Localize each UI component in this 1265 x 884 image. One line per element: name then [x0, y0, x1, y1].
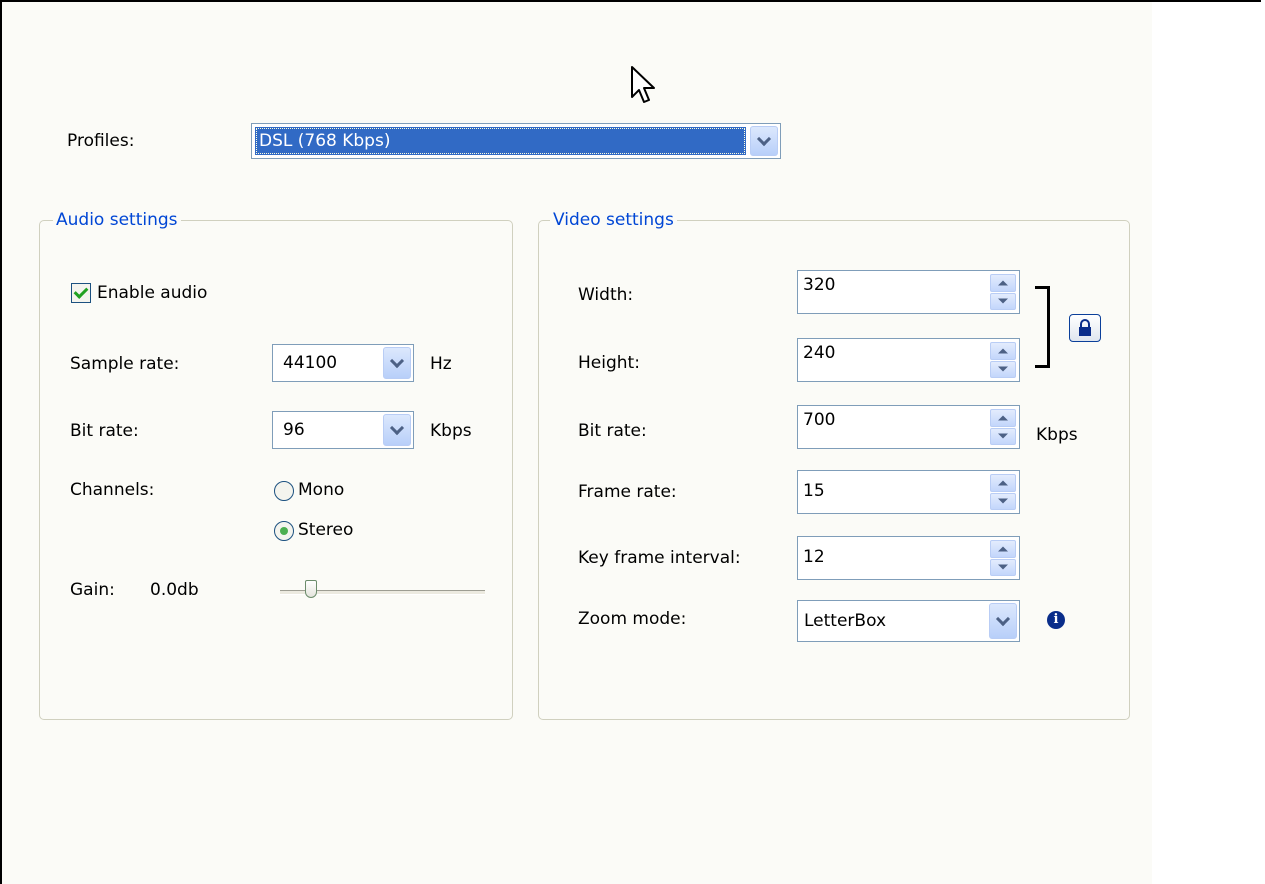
sample-rate-unit: Hz — [430, 354, 452, 374]
frame-rate-label: Frame rate: — [578, 482, 677, 502]
frame-rate-spinbox[interactable]: 15 — [797, 470, 1020, 514]
zoom-mode-select[interactable]: LetterBox — [797, 600, 1020, 642]
video-bit-rate-value: 700 — [803, 410, 836, 430]
enable-audio-label: Enable audio — [97, 283, 208, 303]
gain-label: Gain: — [70, 580, 115, 600]
key-frame-interval-label: Key frame interval: — [578, 548, 741, 568]
lock-icon — [1079, 319, 1091, 336]
gain-slider-thumb[interactable] — [305, 580, 317, 598]
audio-settings-title: Audio settings — [53, 210, 181, 230]
width-value: 320 — [803, 275, 836, 295]
key-frame-interval-spinbox[interactable]: 12 — [797, 536, 1020, 580]
aspect-lock-button[interactable] — [1069, 314, 1101, 342]
width-up-button[interactable] — [990, 274, 1016, 292]
profiles-label: Profiles: — [67, 131, 135, 151]
stereo-label: Stereo — [298, 520, 354, 540]
audio-bit-rate-select[interactable]: 96 — [272, 411, 414, 449]
frame-rate-value: 15 — [803, 481, 825, 501]
audio-bit-rate-value: 96 — [283, 420, 305, 440]
width-down-button[interactable] — [990, 292, 1016, 310]
width-label: Width: — [578, 285, 634, 305]
zoom-mode-dropdown-button[interactable] — [989, 603, 1017, 639]
zoom-mode-label: Zoom mode: — [578, 609, 687, 629]
width-spinbox[interactable]: 320 — [797, 270, 1020, 314]
video-settings-title: Video settings — [550, 210, 677, 230]
profiles-selected-value: DSL (768 Kbps) — [255, 127, 746, 155]
chevron-down-icon — [389, 353, 405, 369]
sample-rate-value: 44100 — [283, 353, 338, 373]
profiles-select[interactable]: DSL (768 Kbps) — [251, 123, 781, 159]
audio-bit-rate-label: Bit rate: — [70, 421, 139, 441]
chevron-down-icon — [389, 420, 405, 436]
height-up-button[interactable] — [990, 342, 1016, 360]
aspect-link-bracket — [1035, 286, 1050, 368]
audio-bit-rate-dropdown-button[interactable] — [383, 414, 411, 446]
video-bit-rate-down-button[interactable] — [990, 427, 1016, 445]
height-spinbox[interactable]: 240 — [797, 338, 1020, 382]
key-frame-interval-down-button[interactable] — [990, 558, 1016, 576]
video-bit-rate-spinbox[interactable]: 700 — [797, 405, 1020, 449]
profiles-dropdown-button[interactable] — [750, 126, 778, 156]
video-bit-rate-unit: Kbps — [1036, 425, 1078, 445]
chevron-down-icon — [756, 131, 772, 147]
video-bit-rate-label: Bit rate: — [578, 421, 647, 441]
mono-radio[interactable] — [274, 481, 294, 501]
frame-rate-up-button[interactable] — [990, 474, 1016, 492]
chevron-down-icon — [995, 611, 1011, 627]
height-value: 240 — [803, 343, 836, 363]
sample-rate-label: Sample rate: — [70, 354, 180, 374]
height-down-button[interactable] — [990, 360, 1016, 378]
frame-rate-down-button[interactable] — [990, 492, 1016, 510]
video-bit-rate-up-button[interactable] — [990, 409, 1016, 427]
height-label: Height: — [578, 353, 640, 373]
mono-label: Mono — [298, 480, 345, 500]
zoom-mode-value: LetterBox — [804, 611, 887, 631]
gain-value: 0.0db — [150, 580, 199, 600]
sample-rate-select[interactable]: 44100 — [272, 344, 414, 382]
sample-rate-dropdown-button[interactable] — [383, 347, 411, 379]
stereo-radio[interactable] — [274, 521, 294, 541]
enable-audio-checkbox[interactable] — [71, 283, 91, 303]
audio-bit-rate-unit: Kbps — [430, 421, 472, 441]
info-icon[interactable]: i — [1047, 611, 1065, 629]
key-frame-interval-up-button[interactable] — [990, 540, 1016, 558]
channels-label: Channels: — [70, 480, 155, 500]
key-frame-interval-value: 12 — [803, 547, 825, 567]
mouse-pointer-icon — [631, 66, 655, 103]
